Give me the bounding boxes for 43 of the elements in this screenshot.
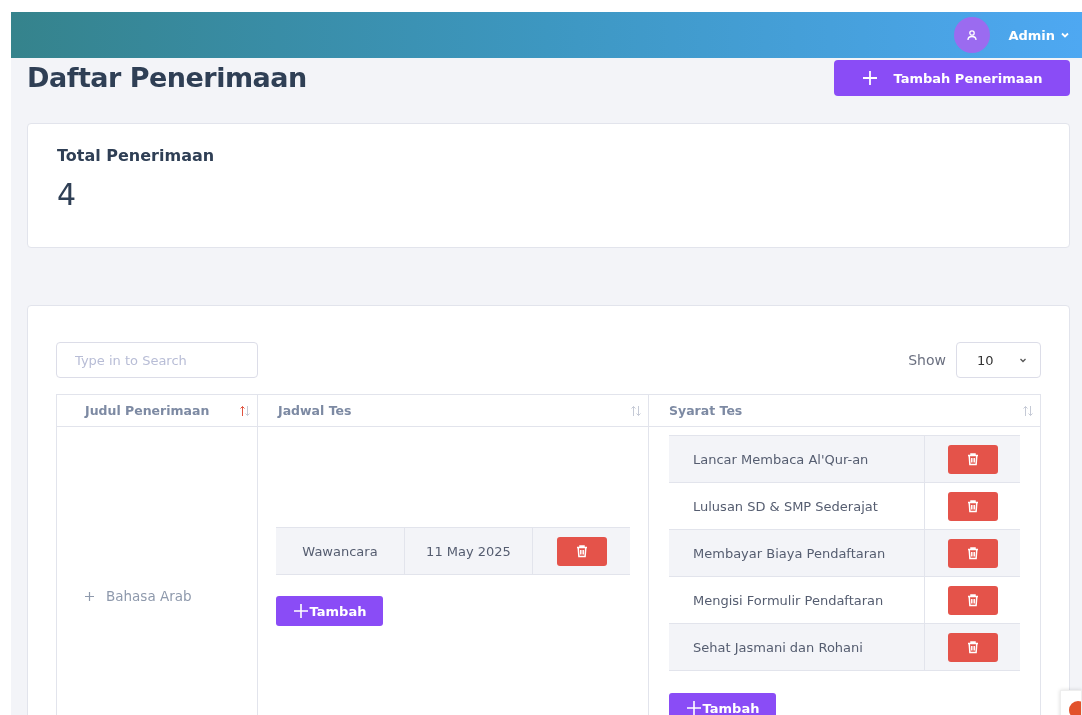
page-size-select[interactable]: 10	[956, 342, 1041, 378]
trash-icon	[965, 452, 980, 466]
sort-icon	[1022, 404, 1034, 417]
delete-button[interactable]	[947, 444, 998, 474]
sort-icon	[630, 404, 642, 417]
column-header[interactable]: Judul Penerimaan	[57, 395, 258, 427]
search-field[interactable]: Type in to Search	[56, 342, 258, 378]
trash-icon	[965, 640, 980, 654]
user-menu[interactable]: Admin	[1008, 27, 1070, 43]
delete-button[interactable]	[947, 538, 998, 568]
plus-icon	[685, 700, 702, 715]
sort-icon	[239, 404, 251, 417]
table-cell: Wawancara	[276, 528, 405, 574]
trash-icon	[965, 546, 980, 560]
summary-value: 4	[57, 177, 78, 212]
add-schedule-button[interactable]: Tambah	[276, 596, 383, 626]
summary-label: Total Penerimaan	[57, 146, 216, 165]
column-header[interactable]: Syarat Tes	[649, 395, 1041, 427]
delete-button[interactable]	[947, 491, 998, 521]
plus-icon	[292, 603, 309, 619]
user-avatar-icon[interactable]	[954, 17, 991, 53]
table-cell: Bahasa Arab	[106, 588, 192, 604]
trash-icon	[965, 499, 980, 513]
page-title: Daftar Penerimaan	[27, 61, 307, 93]
add-requirement-button[interactable]: Tambah	[669, 693, 776, 715]
trash-icon	[965, 593, 980, 607]
table-cell: Lancar Membaca Al'Qur-an	[669, 436, 925, 482]
table-cell: 11 May 2025	[405, 528, 533, 574]
chevron-down-icon	[1060, 30, 1070, 40]
table-cell: Mengisi Formulir Pendaftaran	[669, 577, 925, 623]
floating-widget-icon[interactable]	[1060, 690, 1082, 715]
table-cell: Sehat Jasmani dan Rohani	[669, 624, 925, 670]
add-admission-button[interactable]: Tambah Penerimaan	[834, 60, 1070, 96]
delete-button[interactable]	[947, 585, 998, 615]
delete-button[interactable]	[556, 536, 607, 566]
plus-icon	[861, 70, 878, 86]
show-label: Show	[908, 352, 946, 368]
table-cell: Membayar Biaya Pendaftaran	[669, 530, 925, 576]
delete-button[interactable]	[947, 632, 998, 662]
column-header[interactable]: Jadwal Tes	[258, 395, 649, 427]
trash-icon	[574, 544, 589, 558]
expand-row-button[interactable]	[85, 591, 94, 601]
table-cell: Lulusan SD & SMP Sederajat	[669, 483, 925, 529]
